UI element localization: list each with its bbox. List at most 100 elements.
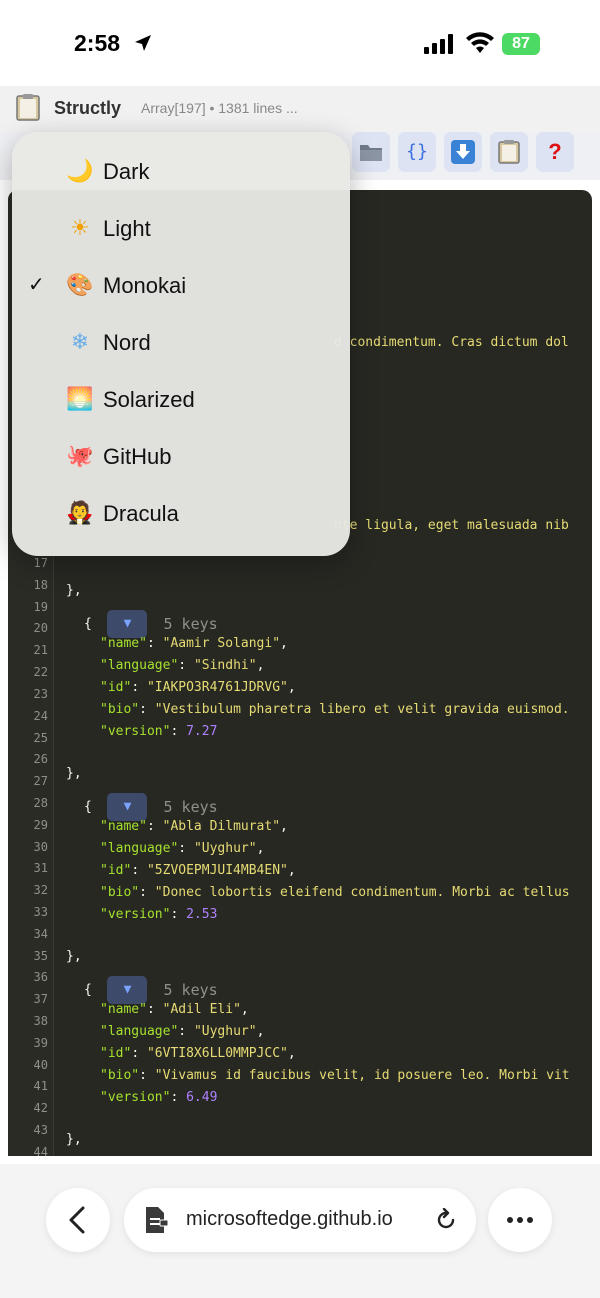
- code-line: "bio": "Vestibulum pharetra libero et ve…: [100, 702, 570, 717]
- comma: ,: [256, 841, 265, 856]
- theme-option-dark[interactable]: 🌙 Dark: [12, 144, 350, 201]
- code-line: "id": "5ZVOEPMJUI4MB4EN",: [100, 863, 296, 878]
- ellipsis-icon: [507, 1217, 533, 1223]
- theme-option-monokai[interactable]: ✓ 🎨 Monokai: [12, 258, 350, 315]
- line-number: 43: [33, 1123, 48, 1137]
- more-options-button[interactable]: [488, 1188, 552, 1252]
- collapse-toggle[interactable]: ▼: [107, 976, 148, 1004]
- colon: :: [139, 702, 155, 717]
- code-punctuation: },: [66, 766, 82, 781]
- theme-option-light[interactable]: ☀ Light: [12, 201, 350, 258]
- theme-option-dracula[interactable]: 🧛 Dracula: [12, 486, 350, 543]
- line-number: 21: [33, 643, 48, 657]
- code-line: "name": "Aamir Solangi",: [100, 636, 288, 651]
- url-text: microsoftedge.github.io: [186, 1208, 393, 1230]
- line-number: 22: [33, 665, 48, 679]
- help-icon: ?: [548, 139, 562, 164]
- line-number: 26: [33, 752, 48, 766]
- colon: :: [170, 907, 187, 922]
- collapse-toggle[interactable]: ▼: [107, 793, 148, 821]
- json-value: "Vestibulum pharetra libero et velit gra…: [154, 702, 570, 717]
- json-key: "version": [100, 907, 171, 922]
- line-number: 28: [33, 796, 48, 810]
- colon: :: [146, 636, 163, 651]
- theme-menu: 🌙 Dark ☀ Light ✓ 🎨 Monokai ❄ Nord 🌅 Sola…: [12, 132, 350, 556]
- sunrise-icon: 🌅: [66, 387, 94, 412]
- code-line: "name": "Abla Dilmurat",: [100, 819, 288, 834]
- colon: :: [139, 885, 155, 900]
- theme-option-label: Dark: [103, 159, 150, 184]
- back-button[interactable]: [46, 1188, 110, 1252]
- checkmark-icon: ✓: [28, 272, 45, 296]
- code-line: "bio": "Vivamus id faucibus velit, id po…: [100, 1068, 570, 1083]
- comma: ,: [287, 863, 296, 878]
- code-line: "id": "IAKPO3R4761JDRVG",: [100, 680, 296, 695]
- sun-icon: ☀: [70, 216, 90, 241]
- folder-icon: [360, 145, 382, 161]
- comma: ,: [280, 636, 288, 651]
- json-value: "Uyghur": [193, 841, 257, 856]
- location-arrow-icon: [135, 35, 151, 51]
- code-punctuation: },: [66, 583, 82, 598]
- address-bar[interactable]: microsoftedge.github.io: [124, 1188, 476, 1252]
- theme-option-nord[interactable]: ❄ Nord: [12, 315, 350, 372]
- clipboard-button[interactable]: [490, 132, 528, 172]
- document-summary: Array[197] • 1381 lines ...: [141, 100, 298, 116]
- keys-count: 5 keys: [163, 798, 218, 816]
- status-bar: 2:58 87: [0, 0, 600, 86]
- colon: :: [146, 819, 163, 834]
- json-value: "Vivamus id faucibus velit, id posuere l…: [154, 1068, 570, 1083]
- json-key: "version": [100, 724, 171, 739]
- comma: ,: [256, 1024, 265, 1039]
- line-number: 36: [33, 970, 48, 984]
- colon: :: [131, 1046, 147, 1061]
- colon: :: [146, 1002, 163, 1017]
- browser-bottom-bar: microsoftedge.github.io: [0, 1164, 600, 1298]
- download-button[interactable]: [444, 132, 482, 172]
- brace: {: [84, 982, 92, 998]
- wifi-icon: [466, 32, 494, 53]
- code-line: "id": "6VTI8X6LL0MMPJCC",: [100, 1046, 296, 1061]
- json-value: "Abla Dilmurat": [162, 819, 281, 834]
- code-line: "version": 6.49: [100, 1090, 217, 1105]
- status-time: 2:58: [74, 30, 121, 56]
- collapse-toggle[interactable]: ▼: [107, 610, 148, 638]
- line-number: 42: [33, 1101, 48, 1115]
- theme-option-github[interactable]: 🐙 GitHub: [12, 429, 350, 486]
- theme-option-label: GitHub: [103, 444, 172, 469]
- brace: {: [84, 616, 92, 632]
- format-json-button[interactable]: {}: [398, 132, 436, 172]
- code-line: "bio": "Donec lobortis eleifend condimen…: [100, 885, 570, 900]
- theme-option-label: Solarized: [103, 387, 195, 412]
- json-key: "language": [100, 658, 179, 673]
- clipboard-icon: [498, 140, 520, 164]
- snowflake-icon: ❄: [70, 330, 90, 355]
- vampire-icon: 🧛: [66, 501, 94, 526]
- code-line: "version": 7.27: [100, 724, 217, 739]
- line-number: 17: [33, 556, 48, 570]
- cellular-signal-icon: [424, 34, 453, 54]
- json-key: "id": [100, 680, 132, 695]
- json-key: "name": [100, 636, 147, 651]
- json-key: "version": [100, 1090, 171, 1105]
- comma: ,: [287, 680, 296, 695]
- code-line-partial: d condimentum. Cras dictum dol: [334, 335, 569, 350]
- help-button[interactable]: ?: [536, 132, 574, 172]
- keys-count: 5 keys: [163, 981, 218, 999]
- line-number: 29: [33, 818, 48, 832]
- code-line: "language": "Sindhi",: [100, 658, 264, 673]
- theme-option-label: Light: [103, 216, 151, 241]
- theme-option-solarized[interactable]: 🌅 Solarized: [12, 372, 350, 429]
- app-title: Structly: [54, 98, 122, 118]
- code-punctuation: },: [66, 1132, 82, 1147]
- code-punctuation: },: [66, 949, 82, 964]
- reload-icon[interactable]: [434, 1208, 458, 1232]
- json-value: "Donec lobortis eleifend condimentum. Mo…: [154, 885, 570, 900]
- colon: :: [170, 1090, 187, 1105]
- json-value: "6VTI8X6LL0MMPJCC": [146, 1046, 288, 1061]
- line-number: 20: [33, 621, 48, 635]
- code-line: "version": 2.53: [100, 907, 217, 922]
- json-number: 7.27: [186, 724, 218, 739]
- colon: :: [131, 863, 147, 878]
- open-folder-button[interactable]: [352, 132, 390, 172]
